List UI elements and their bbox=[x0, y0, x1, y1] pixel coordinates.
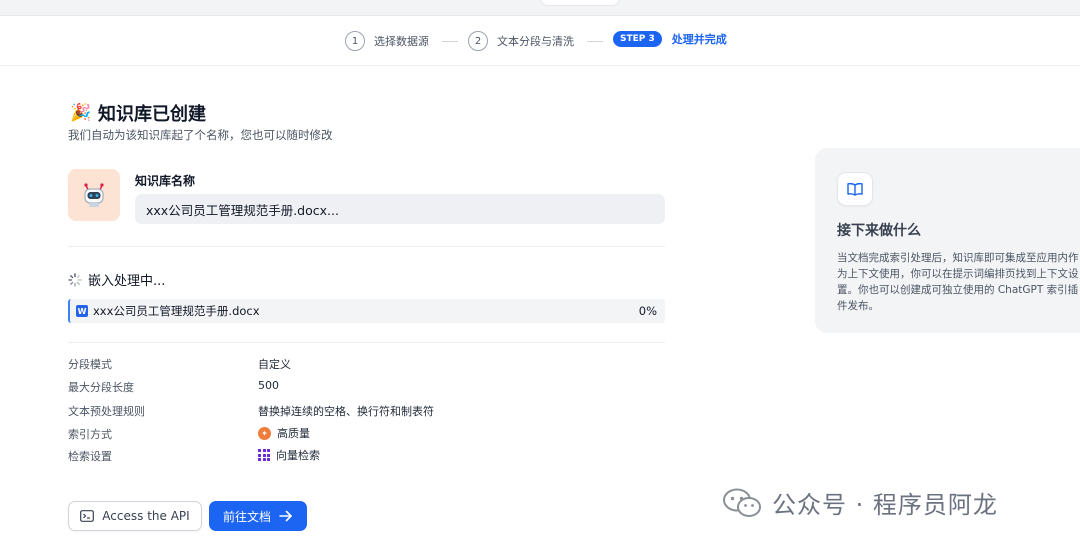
embedding-status: 嵌入处理中... bbox=[68, 270, 165, 289]
embedding-file-row: W xxx公司员工管理规范手册.docx 0% bbox=[68, 299, 665, 323]
next-steps-card: 接下来做什么 当文档完成索引处理后，知识库即可集成至应用内作 为上下文使用，你可… bbox=[815, 148, 1080, 333]
step-3[interactable]: STEP 3 处理并完成 bbox=[613, 31, 727, 47]
arrow-right-icon bbox=[279, 510, 292, 522]
step-1-label: 选择数据源 bbox=[374, 35, 429, 48]
next-steps-description: 当文档完成索引处理后，知识库即可集成至应用内作 为上下文使用，你可以在提示词编排… bbox=[837, 250, 1080, 314]
setting-value-segment-mode: 自定义 bbox=[258, 358, 291, 371]
page-header: 🎉 知识库已创建 bbox=[70, 100, 206, 126]
setting-label-segment-mode: 分段模式 bbox=[68, 358, 112, 371]
setting-label-retrieval: 检索设置 bbox=[68, 450, 112, 463]
setting-value-retrieval: 向量检索 bbox=[258, 447, 320, 463]
setting-value-index-mode: ✦ 高质量 bbox=[258, 425, 310, 441]
step-1[interactable]: 1 选择数据源 bbox=[345, 31, 429, 51]
file-progress: 0% bbox=[638, 304, 657, 318]
go-to-docs-button[interactable]: 前往文档 bbox=[209, 501, 307, 531]
step-connector bbox=[442, 41, 458, 42]
step-2-number: 2 bbox=[468, 31, 488, 51]
step-1-number: 1 bbox=[345, 31, 365, 51]
watermark: 公众号 · 程序员阿龙 bbox=[722, 485, 998, 520]
next-steps-line: 当文档完成索引处理后，知识库即可集成至应用内作 bbox=[837, 252, 1079, 264]
terminal-icon bbox=[80, 510, 95, 522]
access-api-button[interactable]: Access the API bbox=[68, 501, 202, 531]
party-popper-icon: 🎉 bbox=[70, 103, 92, 123]
go-to-docs-label: 前往文档 bbox=[222, 509, 271, 524]
setting-label-max-length: 最大分段长度 bbox=[68, 381, 134, 394]
loading-spinner-icon bbox=[68, 272, 82, 287]
retrieval-text: 向量检索 bbox=[276, 449, 320, 462]
setting-label-index-mode: 索引方式 bbox=[68, 428, 112, 441]
setting-label-preprocess: 文本预处理规则 bbox=[68, 405, 145, 418]
page-title: 知识库已创建 bbox=[98, 104, 206, 125]
step-3-label: 处理并完成 bbox=[671, 33, 727, 46]
robot-icon bbox=[84, 183, 104, 207]
next-steps-line: 置。你也可以创建成可独立使用的 ChatGPT 索引插 bbox=[837, 284, 1079, 296]
step-3-badge: STEP 3 bbox=[613, 31, 662, 47]
embedding-status-text: 嵌入处理中... bbox=[88, 274, 166, 289]
step-connector bbox=[587, 41, 603, 42]
index-mode-text: 高质量 bbox=[277, 427, 310, 440]
setting-value-max-length: 500 bbox=[258, 379, 279, 392]
divider bbox=[68, 246, 665, 247]
step-2[interactable]: 2 文本分段与清洗 bbox=[468, 31, 574, 51]
kb-avatar[interactable] bbox=[68, 169, 120, 221]
watermark-text: 公众号 · 程序员阿龙 bbox=[772, 491, 998, 519]
access-api-label: Access the API bbox=[102, 509, 190, 523]
high-quality-icon: ✦ bbox=[258, 426, 271, 440]
top-strip bbox=[0, 0, 1080, 16]
vector-grid-icon bbox=[258, 449, 270, 461]
kb-name-label: 知识库名称 bbox=[135, 174, 196, 188]
file-name: xxx公司员工管理规范手册.docx bbox=[93, 304, 260, 318]
kb-name-input[interactable]: xxx公司员工管理规范手册.docx... bbox=[135, 194, 665, 224]
top-pill bbox=[540, 0, 620, 6]
setting-value-preprocess: 替换掉连续的空格、换行符和制表符 bbox=[258, 405, 434, 418]
steps-bar: 1 选择数据源 2 文本分段与清洗 STEP 3 处理并完成 bbox=[0, 16, 1080, 66]
next-steps-title: 接下来做什么 bbox=[837, 223, 921, 239]
next-steps-line: 为上下文使用，你可以在提示词编排页找到上下文设 bbox=[837, 268, 1079, 280]
word-document-icon: W bbox=[76, 305, 88, 317]
next-steps-line: 件发布。 bbox=[837, 300, 879, 312]
step-2-label: 文本分段与清洗 bbox=[497, 35, 574, 48]
page-subtitle: 我们自动为该知识库起了个名称，您也可以随时修改 bbox=[68, 128, 333, 142]
book-icon-box bbox=[837, 172, 873, 206]
divider bbox=[68, 342, 665, 343]
book-open-icon bbox=[847, 182, 863, 196]
wechat-icon bbox=[723, 488, 761, 517]
